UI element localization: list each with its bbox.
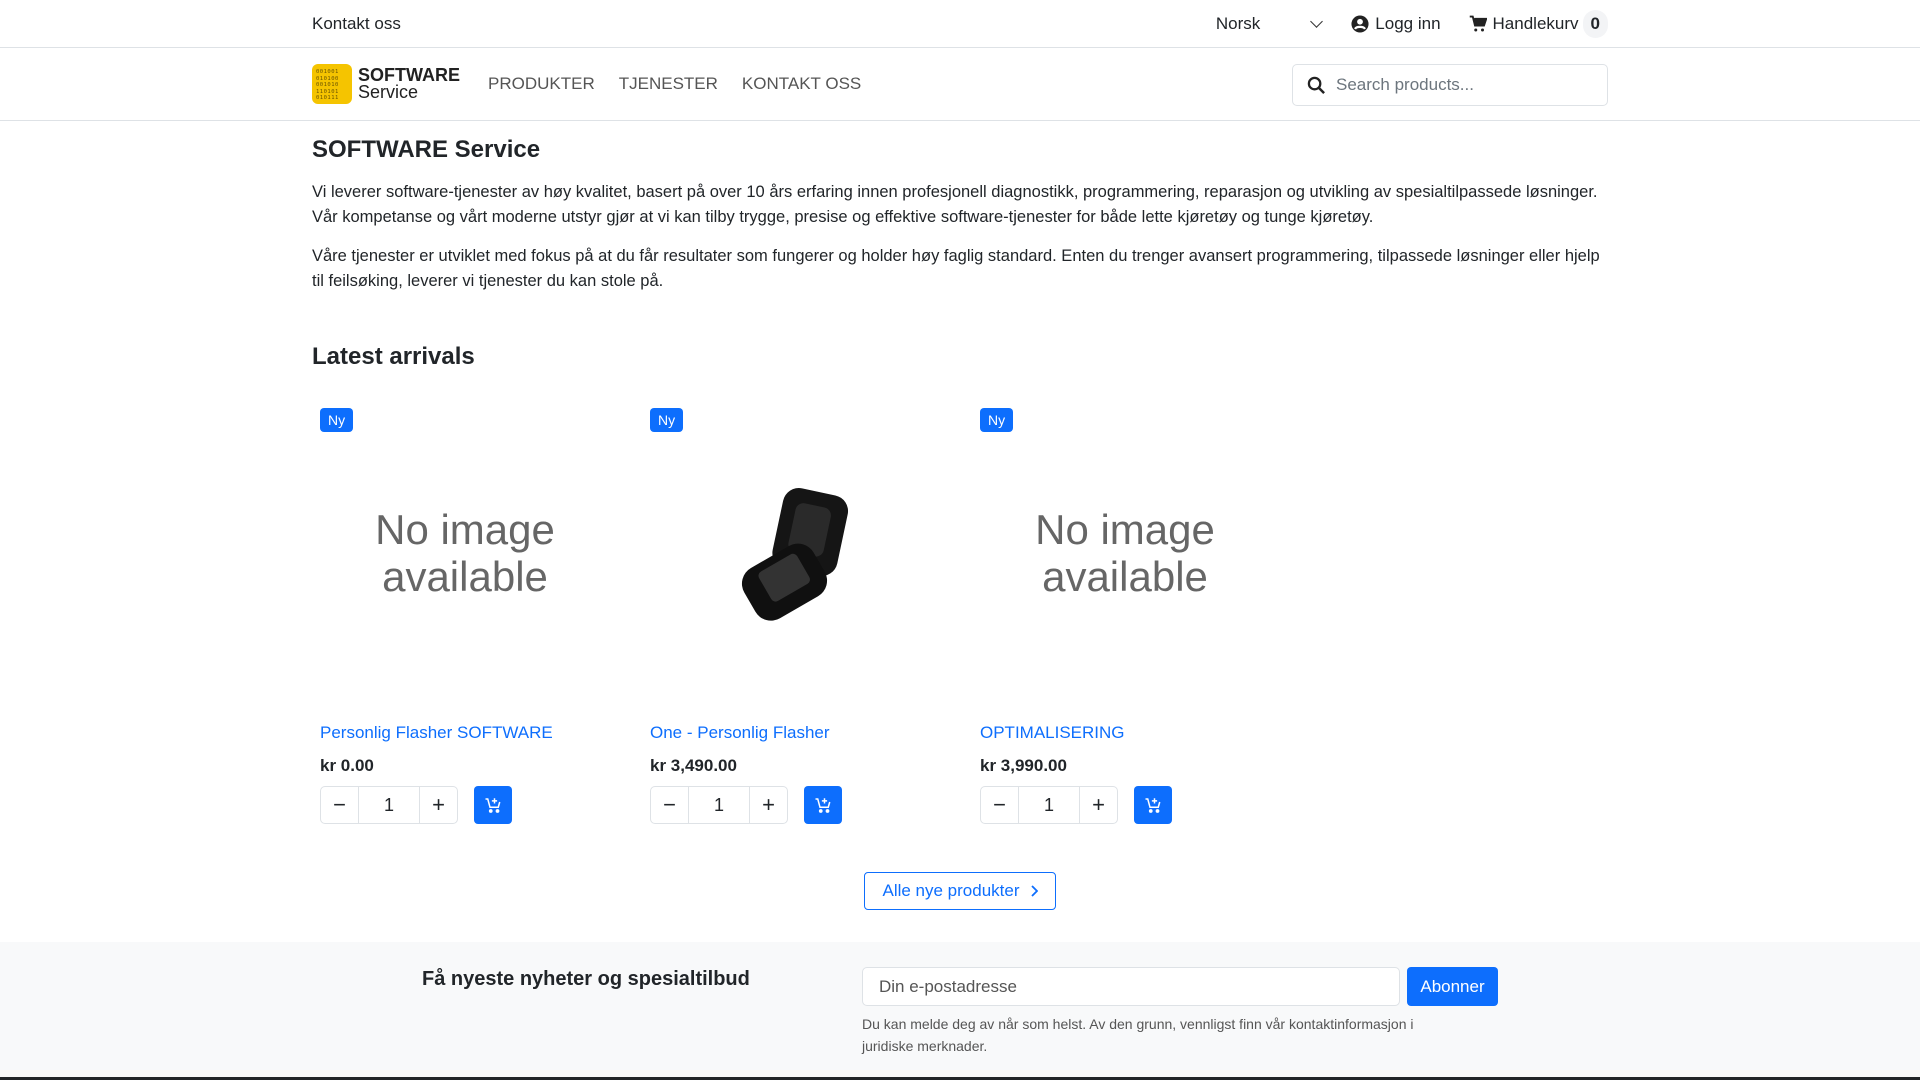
logo-text-line2: Service (358, 82, 419, 102)
intro-paragraph: Våre tjenester er utviklet med fokus på … (312, 247, 1600, 290)
language-select[interactable]: Norsk (1215, 14, 1324, 34)
add-to-cart-button[interactable] (804, 786, 842, 824)
no-image-text: No image available (1035, 506, 1215, 600)
quantity-stepper: −1 + (320, 786, 458, 824)
quantity-input[interactable]: 1 (688, 787, 750, 823)
subscribe-button[interactable]: Abonner (1407, 967, 1498, 1006)
no-image-placeholder[interactable]: No image available (320, 408, 610, 698)
main-content: SOFTWARE Service Vi leverer software-tje… (312, 136, 1608, 371)
newsletter-note: Du kan melde deg av når som helst. Av de… (862, 1016, 1414, 1054)
logo-icon: 001001 010100 001010 110101 010111 (312, 64, 352, 104)
logo[interactable]: 001001 010100 001010 110101 010111 SOFTWARE S… (312, 64, 460, 104)
page-title: SOFTWARE Service (312, 136, 541, 163)
nav-item-tjenester[interactable]: TJENESTER (619, 74, 718, 94)
quantity-stepper: −1 + (650, 786, 788, 824)
increase-button[interactable]: + (420, 787, 457, 823)
language-label: Norsk (1215, 14, 1261, 33)
new-badge: Ny (320, 408, 354, 432)
product-image[interactable] (650, 408, 940, 698)
all-new-products-button[interactable]: Alle nye produkter (864, 872, 1056, 910)
add-to-cart-button[interactable] (474, 786, 512, 824)
cart-plus-icon (485, 798, 501, 813)
cart-count-badge: 0 (1582, 10, 1608, 38)
cart-label: Handlekurv (1492, 14, 1579, 33)
section-title: Latest arrivals (312, 343, 475, 370)
all-new-label: Alle nye produkter (882, 881, 1020, 900)
user-circle-icon (1351, 15, 1369, 33)
decrease-button[interactable]: − (651, 787, 688, 823)
increase-button[interactable]: + (1080, 787, 1117, 823)
new-badge: Ny (650, 408, 684, 432)
chevron-down-icon (1310, 15, 1324, 28)
newsletter-heading: Få nyeste nyheter og spesialtilbud (422, 968, 750, 990)
top-bar: Kontakt oss Norsk Logg inn Handlekurv 0 (0, 0, 1920, 48)
main-nav: 001001 010100 001010 110101 010111 SOFTWARE S… (0, 48, 1920, 121)
increase-button[interactable]: + (750, 787, 787, 823)
email-input[interactable] (862, 967, 1400, 1006)
product-name-link[interactable]: Personlig Flasher SOFTWARE (320, 723, 553, 743)
product-card: Ny No image available Personlig Flasher … (320, 408, 650, 828)
quantity-stepper: −1 + (980, 786, 1118, 824)
quantity-input[interactable]: 1 (1018, 787, 1080, 823)
product-price: kr 3,490.00 (650, 756, 737, 775)
cart-plus-icon (1145, 798, 1161, 813)
search-icon (1307, 76, 1325, 94)
product-name-link[interactable]: One - Personlig Flasher (650, 723, 830, 743)
new-badge: Ny (980, 408, 1014, 432)
search-input[interactable] (1336, 75, 1586, 95)
decrease-button[interactable]: − (981, 787, 1018, 823)
login-link[interactable]: Logg inn (1351, 14, 1441, 34)
nav-item-produkter[interactable]: PRODUKTER (488, 74, 595, 94)
decrease-button[interactable]: − (321, 787, 358, 823)
contact-link[interactable]: Kontakt oss (312, 14, 401, 34)
product-grid: Ny No image available Personlig Flasher … (320, 408, 1310, 828)
newsletter-section: Få nyeste nyheter og spesialtilbud Abonn… (0, 942, 1920, 1078)
login-label: Logg inn (1375, 14, 1441, 33)
product-price: kr 3,990.00 (980, 756, 1067, 775)
product-card: Ny No image available OPTIMALISERING kr … (980, 408, 1310, 828)
nav-item-kontakt[interactable]: KONTAKT OSS (742, 74, 861, 94)
quantity-input[interactable]: 1 (358, 787, 420, 823)
product-name-link[interactable]: OPTIMALISERING (980, 723, 1125, 743)
chevron-right-icon (1030, 885, 1038, 897)
product-price: kr 0.00 (320, 756, 374, 775)
no-image-text: No image available (375, 506, 555, 600)
intro-paragraph: Vi leverer software-tjenester av høy kva… (312, 183, 1598, 226)
flasher-case-image (741, 488, 849, 621)
no-image-placeholder[interactable]: No image available (980, 408, 1270, 698)
add-to-cart-button[interactable] (1134, 786, 1172, 824)
cart-link[interactable]: Handlekurv 0 (1469, 10, 1608, 38)
product-card: Ny One - Personlig Flasher kr 3,490.00 −… (650, 408, 980, 828)
cart-icon (1469, 15, 1487, 32)
search-box (1292, 64, 1608, 106)
cart-plus-icon (815, 798, 831, 813)
